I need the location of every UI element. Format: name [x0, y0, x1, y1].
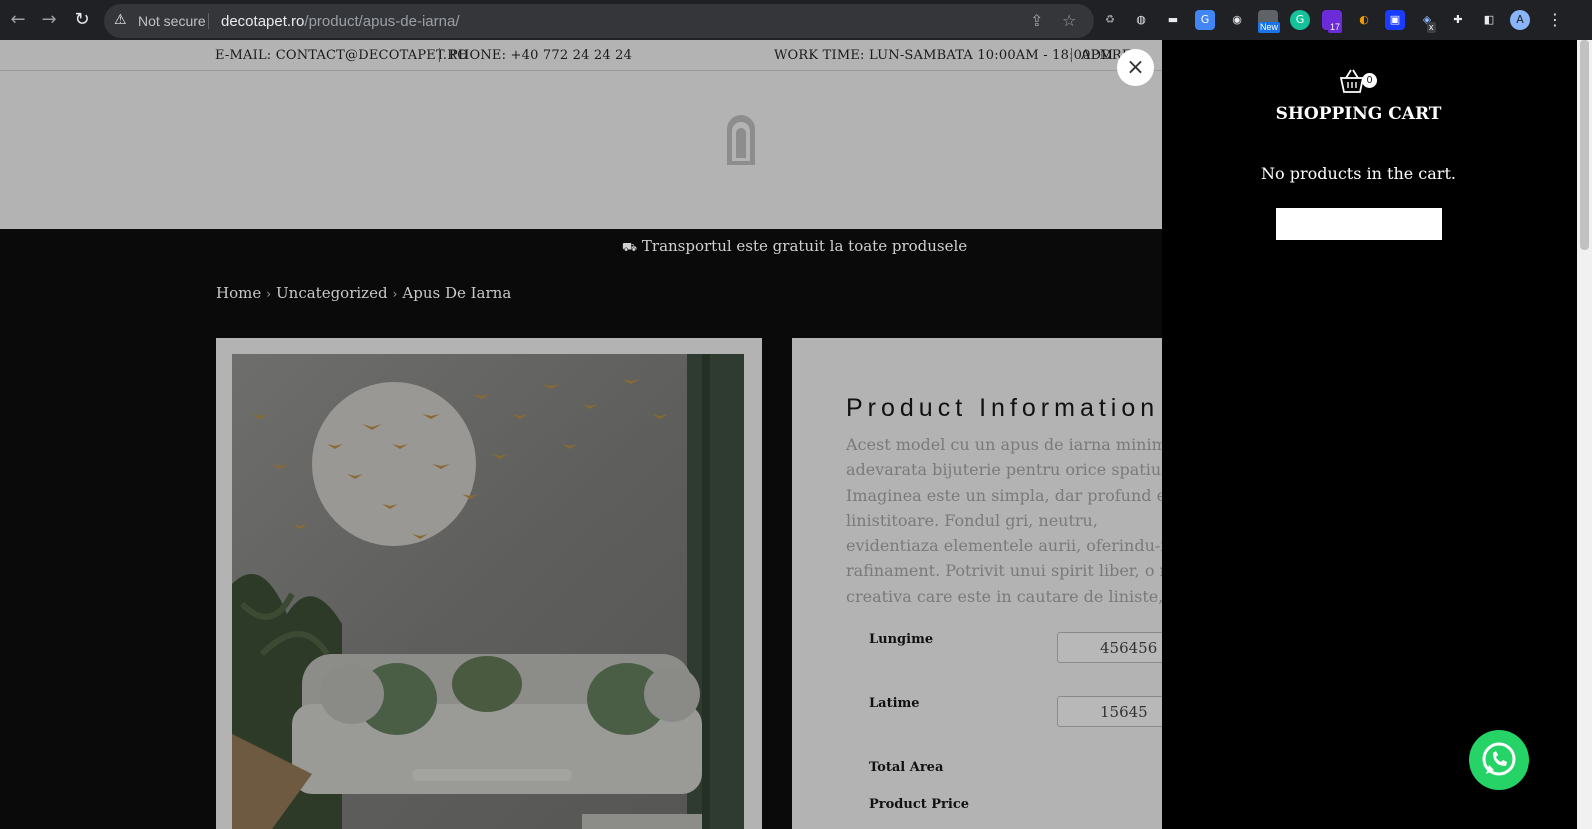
return-to-shop-button[interactable] — [1276, 208, 1442, 240]
breadcrumb: Home › Uncategorized › Apus De Iarna — [216, 284, 511, 302]
description-line: adevarata bijuterie pentru orice spatiu. — [846, 460, 1162, 480]
warning-triangle-icon: ⚠ — [114, 12, 127, 28]
promo-banner: ⛟ Transportul este gratuit la toate prod… — [0, 229, 1162, 263]
new-badge: New — [1258, 22, 1281, 33]
cart-empty-message: No products in the cart. — [1261, 164, 1456, 183]
globe-icon[interactable]: ◍ — [1131, 10, 1151, 30]
contact-phone[interactable]: PHONE: +40 772 24 24 24 — [449, 48, 632, 63]
scrollbar-thumb[interactable] — [1580, 40, 1589, 250]
tab-count-badge: 17 — [1328, 22, 1343, 33]
forward-arrow-icon[interactable]: → — [38, 9, 60, 31]
url-domain: decotapet.ro — [221, 13, 305, 30]
product-description: Acest model cu un apus de iarna minimal … — [846, 432, 1162, 609]
work-time: WORK TIME: LUN-SAMBATA 10:00AM - 18:00PM — [774, 48, 1114, 63]
security-label[interactable]: Not secure — [138, 13, 206, 29]
url-text[interactable]: decotapet.ro/product/apus-de-iarna/ — [221, 13, 460, 30]
browser-toolbar: ← → ↻ ⚠ Not secure decotapet.ro/product/… — [0, 0, 1592, 40]
product-info-card: Product Information Acest model cu un ap… — [792, 338, 1162, 829]
description-line: rafinament. Potrivit unui spirit liber, … — [846, 561, 1162, 581]
screen-record-icon[interactable]: ▣ — [1385, 10, 1405, 30]
description-line: Imaginea este un simpla, dar profund em — [846, 485, 1162, 505]
product-photo[interactable] — [232, 354, 744, 829]
page-scrollbar[interactable] — [1577, 40, 1592, 829]
lungime-input[interactable]: 456456 — [1057, 632, 1162, 663]
site-header — [0, 71, 1162, 229]
cart-count-badge: 0 — [1362, 73, 1377, 88]
whatsapp-icon — [1482, 742, 1516, 776]
description-line: evidentiaza elementele aurii, oferindu-i — [846, 536, 1162, 556]
url-path: /product/apus-de-iarna/ — [304, 13, 460, 30]
omnibox-divider — [208, 13, 209, 29]
profile-avatar[interactable]: A — [1510, 10, 1530, 30]
contact-topbar: E-MAIL: CONTACT@DECOTAPET.RO PHONE: +40 … — [0, 40, 1162, 71]
product-info-title: Product Information — [846, 394, 1160, 422]
camera-icon[interactable]: ◉ — [1227, 10, 1247, 30]
breadcrumb-current: Apus De Iarna — [402, 284, 512, 302]
bookmark-star-icon[interactable]: ☆ — [1062, 11, 1076, 30]
cast-icon[interactable]: ▬ — [1163, 10, 1183, 30]
breadcrumb-category[interactable]: Uncategorized — [276, 284, 388, 302]
breadcrumb-home[interactable]: Home — [216, 284, 261, 302]
cart-title: SHOPPING CART — [1275, 104, 1442, 124]
description-line: linistitoare. Fondul gri, neutru, — [846, 510, 1098, 530]
eye-x-icon[interactable]: ◈ x — [1417, 10, 1437, 33]
reload-icon[interactable]: ↻ — [71, 9, 93, 31]
product-image-card — [216, 338, 762, 829]
description-line: creativa care este in cautare de liniste… — [846, 586, 1162, 606]
shopping-cart-drawer: 0 SHOPPING CART No products in the cart. — [1162, 40, 1577, 829]
chevron-right-icon: › — [266, 287, 272, 301]
chevron-right-icon: › — [392, 287, 398, 301]
side-panel-icon[interactable]: ◧ — [1479, 10, 1499, 30]
new-extension-icon[interactable]: New — [1258, 10, 1281, 33]
moon-icon[interactable]: ◐ — [1354, 10, 1374, 30]
close-icon: × — [1126, 55, 1145, 80]
topbar-divider — [439, 48, 440, 62]
latime-label: Latime — [869, 696, 920, 711]
lungime-label: Lungime — [869, 632, 934, 647]
product-price-label: Product Price — [869, 797, 970, 812]
google-translate-icon[interactable]: G — [1195, 10, 1215, 30]
close-cart-button[interactable]: × — [1117, 49, 1154, 86]
whatsapp-chat-button[interactable] — [1469, 730, 1529, 790]
promo-text-wrapper: ⛟ Transportul este gratuit la toate prod… — [622, 237, 967, 256]
eye-x-badge: x — [1427, 22, 1436, 33]
topbar-divider — [1071, 48, 1072, 62]
extensions-puzzle-icon[interactable]: ✚ — [1448, 10, 1468, 30]
latime-input[interactable]: 15645 — [1057, 696, 1162, 727]
address-bar[interactable]: ⚠ Not secure decotapet.ro/product/apus-d… — [104, 4, 1094, 38]
site-logo-icon[interactable] — [724, 113, 758, 165]
share-icon[interactable]: ⇪ — [1030, 11, 1043, 30]
product-photo-illustration — [232, 354, 744, 829]
contact-email[interactable]: E-MAIL: CONTACT@DECOTAPET.RO — [215, 48, 468, 63]
grammarly-icon[interactable]: G — [1290, 10, 1310, 30]
promo-text: Transportul este gratuit la toate produs… — [641, 237, 968, 255]
truck-icon: ⛟ — [622, 240, 638, 254]
kebab-menu-icon[interactable]: ⋮ — [1545, 10, 1565, 30]
back-arrow-icon[interactable]: ← — [7, 9, 29, 31]
tab-counter-icon[interactable]: 17 — [1322, 10, 1343, 33]
total-area-label: Total Area — [869, 760, 944, 775]
recycle-icon[interactable]: ♻ — [1100, 10, 1120, 30]
description-line: Acest model cu un apus de iarna minimal — [846, 435, 1162, 454]
